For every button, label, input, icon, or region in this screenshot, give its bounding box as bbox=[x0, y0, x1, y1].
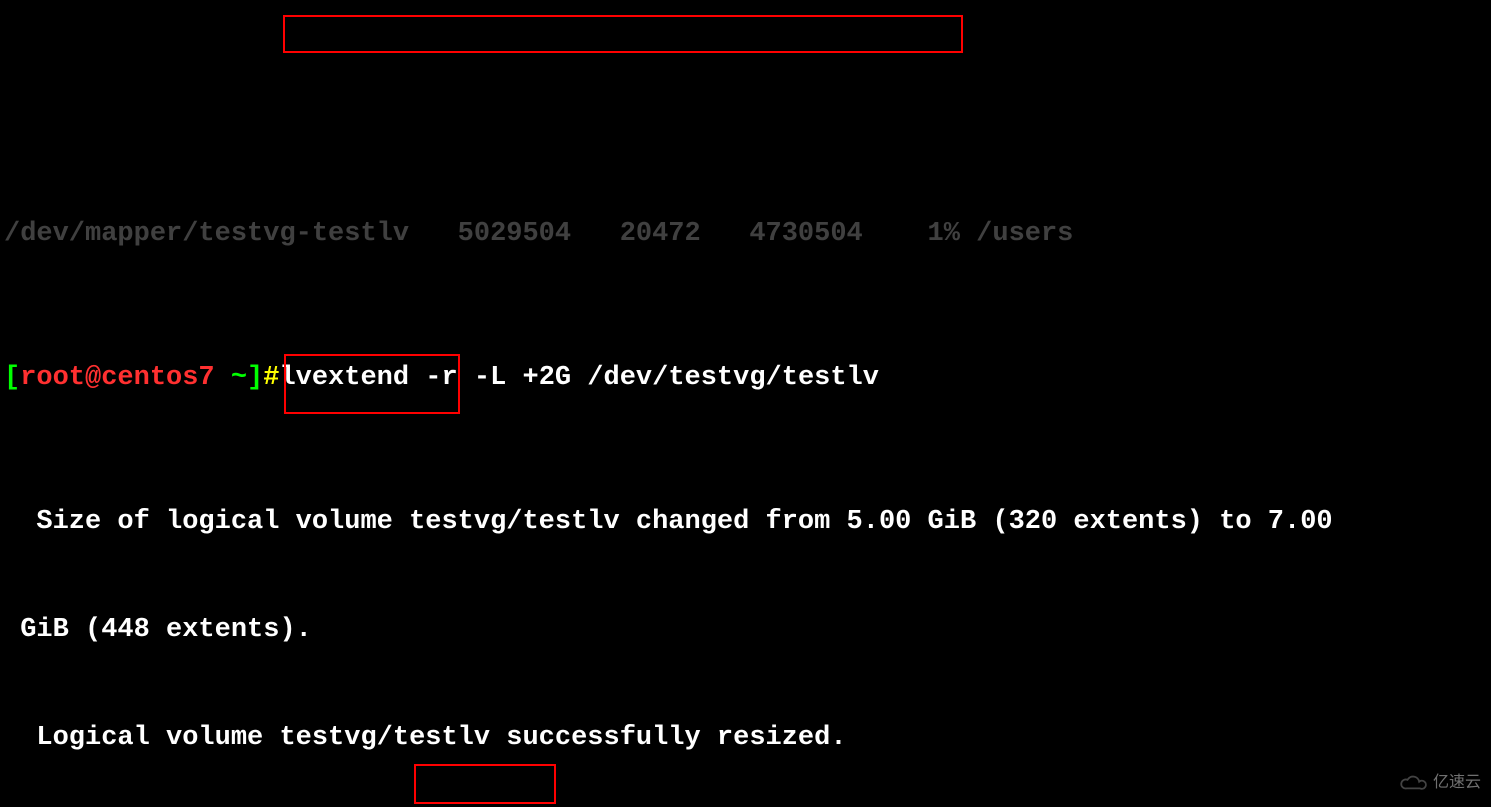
watermark-text: 亿速云 bbox=[1433, 765, 1481, 801]
output-line: GiB (448 extents). bbox=[4, 612, 1487, 648]
highlight-box-cmd2 bbox=[284, 354, 460, 414]
prompt-line-1[interactable]: [root@centos7 ~]#lvextend -r -L +2G /dev… bbox=[4, 360, 1487, 396]
output-line: Logical volume testvg/testlv successfull… bbox=[4, 720, 1487, 756]
highlight-box-size bbox=[414, 764, 556, 804]
watermark: 亿速云 bbox=[1397, 765, 1481, 801]
prompt-bracket: ] bbox=[247, 363, 263, 393]
output-line: /dev/mapper/testvg-testlv 5029504 20472 … bbox=[4, 216, 1487, 252]
prompt-user: root@centos7 bbox=[20, 363, 231, 393]
cloud-icon bbox=[1397, 774, 1427, 792]
terminal-output[interactable]: /dev/mapper/testvg-testlv 5029504 20472 … bbox=[0, 0, 1491, 807]
output-line: Size of logical volume testvg/testlv cha… bbox=[4, 504, 1487, 540]
prompt-path: ~ bbox=[231, 363, 247, 393]
highlight-box-cmd1 bbox=[283, 15, 963, 53]
prompt-bracket: [ bbox=[4, 363, 20, 393]
prompt-hash: # bbox=[263, 363, 279, 393]
